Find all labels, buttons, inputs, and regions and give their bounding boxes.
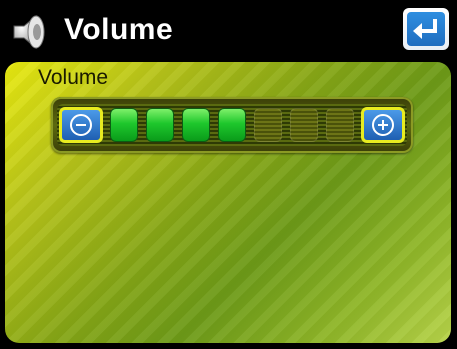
volume-down-button[interactable] [59, 107, 103, 143]
minus-circle-icon [70, 114, 92, 136]
volume-segment-5[interactable] [254, 108, 282, 142]
volume-panel: Volume [5, 62, 451, 343]
volume-segment-3[interactable] [182, 108, 210, 142]
volume-segment-6[interactable] [290, 108, 318, 142]
volume-section-label: Volume [38, 66, 109, 89]
volume-slider[interactable] [51, 97, 413, 153]
header-bar: Volume [0, 0, 457, 60]
volume-up-button[interactable] [361, 107, 405, 143]
enter-return-icon [413, 19, 437, 39]
volume-segment-4[interactable] [218, 108, 246, 142]
volume-segment-7[interactable] [326, 108, 354, 142]
plus-circle-icon [372, 114, 394, 136]
volume-bar [57, 104, 407, 146]
speaker-icon [13, 14, 45, 50]
volume-segment-1[interactable] [110, 108, 138, 142]
page-title: Volume [64, 13, 174, 46]
volume-segment-2[interactable] [146, 108, 174, 142]
back-button[interactable] [403, 8, 449, 50]
